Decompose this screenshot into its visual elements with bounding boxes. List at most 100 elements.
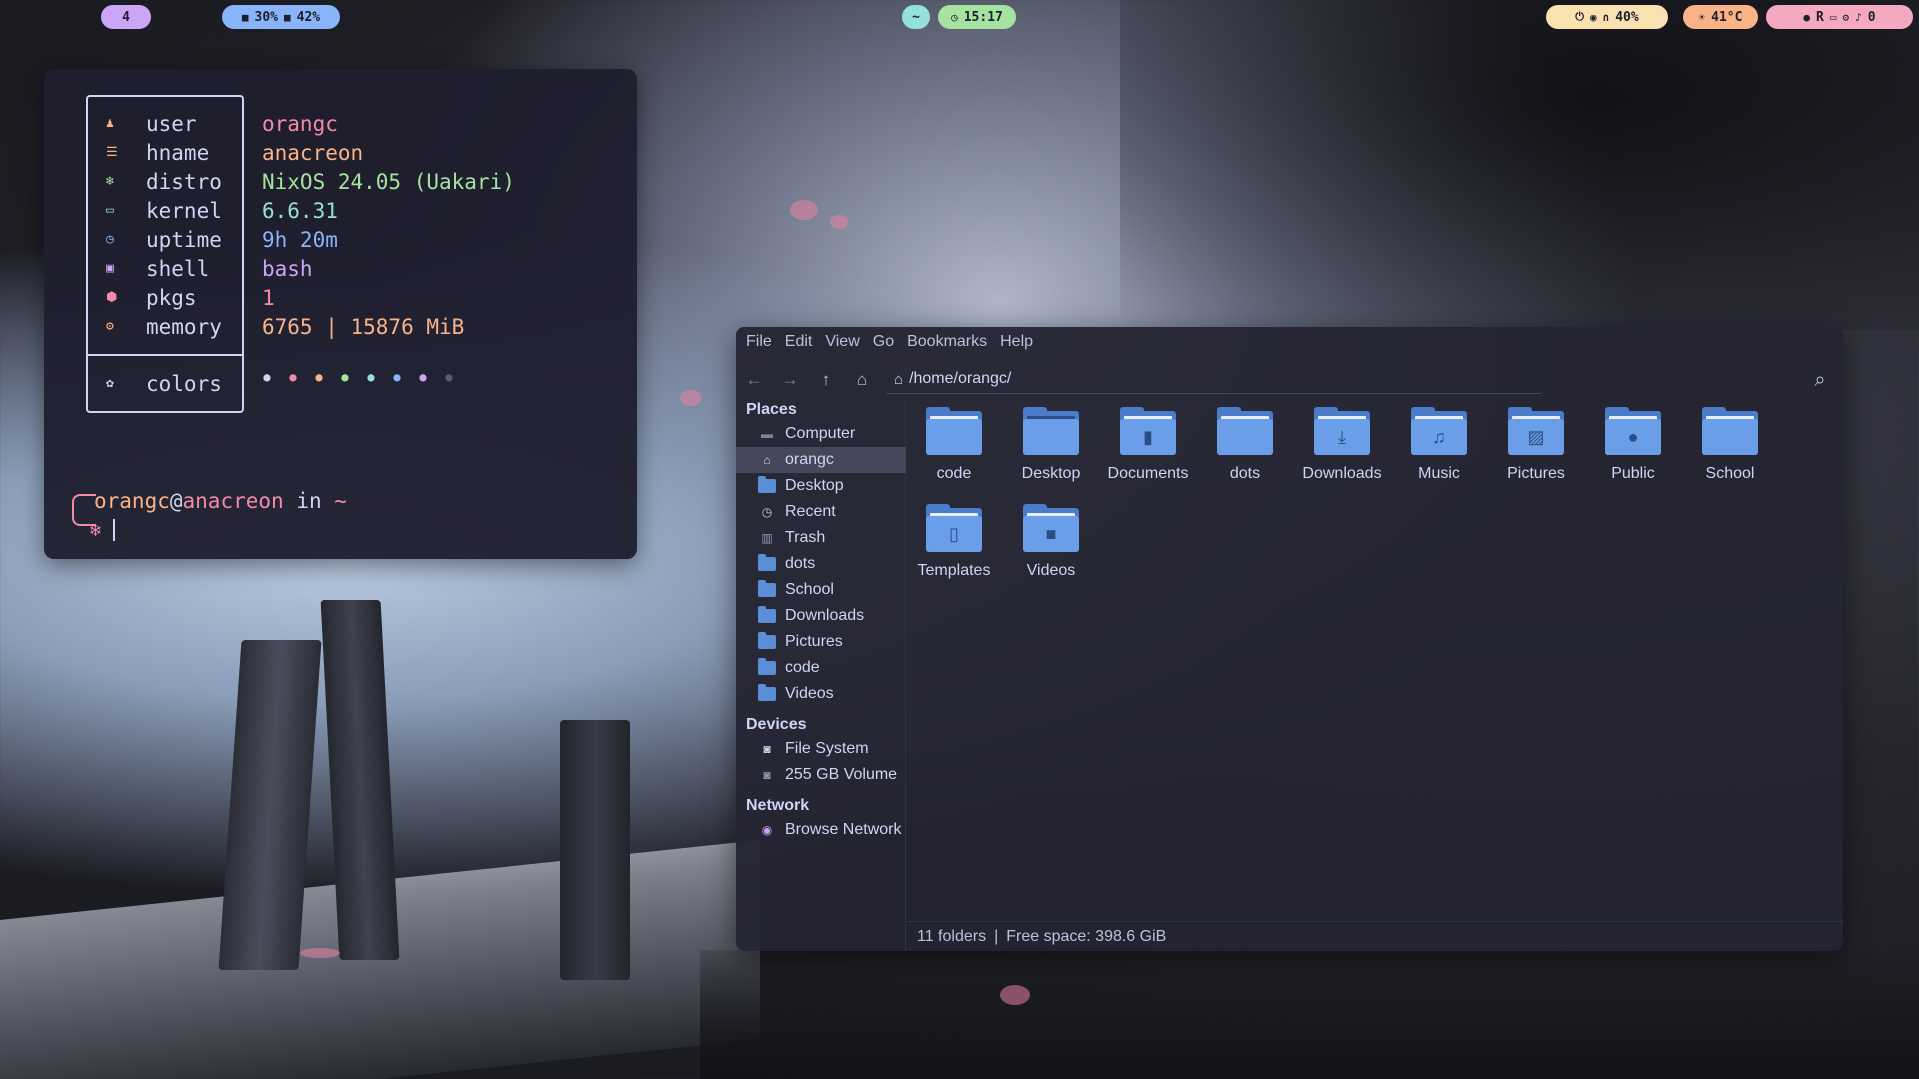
templates-folder-icon: ▯ [926, 504, 982, 552]
sidebar-item-label: orangc [785, 451, 834, 468]
uptime-icon: ◷ [106, 232, 114, 247]
home-icon: ⌂ [856, 370, 868, 389]
settings-icon[interactable]: ⚙ [1843, 11, 1850, 24]
sidebar-item-desktop[interactable]: Desktop [736, 473, 906, 499]
menu-bookmarks[interactable]: Bookmarks [907, 333, 987, 351]
pictures-folder-icon: ▨ [1508, 407, 1564, 455]
up-button[interactable]: ↑ [808, 365, 844, 395]
folder-item-public[interactable]: ● Public [1586, 407, 1680, 483]
media-button[interactable]: ~ [902, 5, 930, 29]
wallpaper-blossom [830, 215, 848, 229]
home-button[interactable]: ⌂ [844, 365, 880, 395]
folder-item-videos[interactable]: ■ Videos [1004, 504, 1098, 580]
fetch-value-distro: NixOS 24.05 (Uakari) [262, 169, 515, 194]
fetch-value-shell: bash [262, 256, 313, 281]
fetch-row-memory: ⚙ memory [106, 312, 222, 341]
audio-controls[interactable]: ⏻ ◉ ∩ 40% [1546, 5, 1668, 29]
folder-item-school[interactable]: School [1683, 407, 1777, 483]
eye-icon: ◉ [1589, 10, 1597, 24]
folder-item-desktop[interactable]: Desktop [1004, 407, 1098, 483]
fetch-key: user [146, 111, 197, 136]
folder-icon [1217, 407, 1273, 455]
color-dot: ● [419, 370, 427, 384]
clock[interactable]: ◷ 15:17 [938, 5, 1016, 29]
sidebar-item-videos[interactable]: Videos [736, 681, 906, 707]
prompt-at: @ [169, 489, 183, 513]
distro-icon: ❄ [106, 174, 114, 189]
color-dot: ● [289, 370, 297, 384]
folder-item-music[interactable]: ♫ Music [1392, 407, 1486, 483]
media-icon: ~ [912, 9, 920, 25]
system-stats[interactable]: ■ 30% ■ 42% [222, 5, 340, 29]
color-dot: ● [341, 370, 349, 384]
temperature[interactable]: ☀ 41°C [1683, 5, 1758, 29]
file-manager-window[interactable]: File Edit View Go Bookmarks Help ← → ↑ ⌂… [736, 327, 1843, 951]
prompt-input-line[interactable]: ❄ [90, 519, 115, 541]
forward-button[interactable]: → [772, 365, 808, 395]
folder-item-dots[interactable]: dots [1198, 407, 1292, 483]
folder-item-templates[interactable]: ▯ Templates [907, 504, 1001, 580]
fetch-row-colors: ✿ colors [106, 369, 222, 398]
palette-icon: ✿ [106, 376, 114, 391]
folder-label: Videos [1026, 562, 1076, 579]
menu-go[interactable]: Go [873, 333, 894, 351]
power-icon: ⏻ [1575, 10, 1584, 23]
network-icon: ◉ [761, 823, 773, 837]
menu-help[interactable]: Help [1000, 333, 1033, 351]
menu-edit[interactable]: Edit [785, 333, 813, 351]
fetch-row-shell: ▣ shell [106, 254, 209, 283]
color-dot: ● [367, 370, 375, 384]
wallpaper-blossom [300, 948, 340, 958]
folder-item-pictures[interactable]: ▨ Pictures [1489, 407, 1583, 483]
folder-icon [758, 554, 776, 572]
folder-item-downloads[interactable]: ⤓ Downloads [1295, 407, 1389, 483]
menu-view[interactable]: View [825, 333, 859, 351]
search-button[interactable]: ⌕ [1805, 365, 1835, 395]
sidebar-item-dots[interactable]: dots [736, 551, 906, 577]
text-cursor [112, 519, 115, 541]
sidebar-item-label: Recent [785, 503, 836, 520]
window-icon[interactable]: ▭ [1830, 11, 1837, 24]
sidebar-item-school[interactable]: School [736, 577, 906, 603]
system-tray[interactable]: ● R ▭ ⚙ ♪ 0 [1766, 5, 1913, 29]
back-button[interactable]: ← [736, 365, 772, 395]
fetch-key: colors [146, 371, 222, 396]
fetch-value-memory: 6765 | 15876 MiB [262, 314, 465, 339]
sidebar-item-code[interactable]: code [736, 655, 906, 681]
arrow-up-icon: ↑ [821, 370, 831, 389]
user-icon: ♟ [106, 116, 114, 131]
documents-folder-icon: ▮ [1120, 407, 1176, 455]
home-icon: ⌂ [894, 370, 904, 388]
sidebar-item-orangc[interactable]: ⌂ orangc [736, 447, 906, 473]
desktop-folder-icon [1023, 407, 1079, 455]
videos-folder-icon [758, 684, 776, 702]
menu-file[interactable]: File [746, 333, 772, 351]
shell-icon: ▣ [106, 261, 114, 276]
prompt-dir: ~ [334, 489, 347, 513]
bell-icon[interactable]: ♪ [1855, 11, 1862, 24]
sidebar-item-trash[interactable]: ▥ Trash [736, 525, 906, 551]
arrow-right-icon: → [781, 370, 799, 389]
folder-item-documents[interactable]: ▮ Documents [1101, 407, 1195, 483]
hostname-icon: ☰ [106, 145, 118, 160]
ram-usage: 42% [296, 9, 321, 25]
sidebar-item-label: File System [785, 740, 869, 757]
fetch-row-kernel: ▭ kernel [106, 196, 222, 225]
folder-item-code[interactable]: code [907, 407, 1001, 483]
location-bar[interactable]: ⌂ /home/orangc/ [886, 365, 1541, 394]
desktop-icon [758, 476, 776, 494]
color-palette: ● ● ● ● ● ● ● ● [262, 370, 454, 384]
workspace-indicator[interactable]: 4 [101, 5, 151, 29]
folder-icon [758, 580, 776, 598]
sidebar-item-file-system[interactable]: ◙ File System [736, 736, 906, 762]
wallpaper-shadow [700, 950, 1919, 1079]
terminal-window[interactable]: ♟ user ☰ hname ❄ distro ▭ kernel ◷ uptim… [44, 69, 637, 559]
sidebar-item-pictures[interactable]: Pictures [736, 629, 906, 655]
sidebar-item-browse-network[interactable]: ◉ Browse Network [736, 817, 906, 843]
sidebar-item-downloads[interactable]: Downloads [736, 603, 906, 629]
sidebar-item-computer[interactable]: ▬ Computer [736, 421, 906, 447]
color-dot: ● [315, 370, 323, 384]
sidebar-item-recent[interactable]: ◷ Recent [736, 499, 906, 525]
sidebar-item-volume[interactable]: ◙ 255 GB Volume [736, 762, 906, 788]
sidebar-item-label: Browse Network [785, 821, 902, 838]
